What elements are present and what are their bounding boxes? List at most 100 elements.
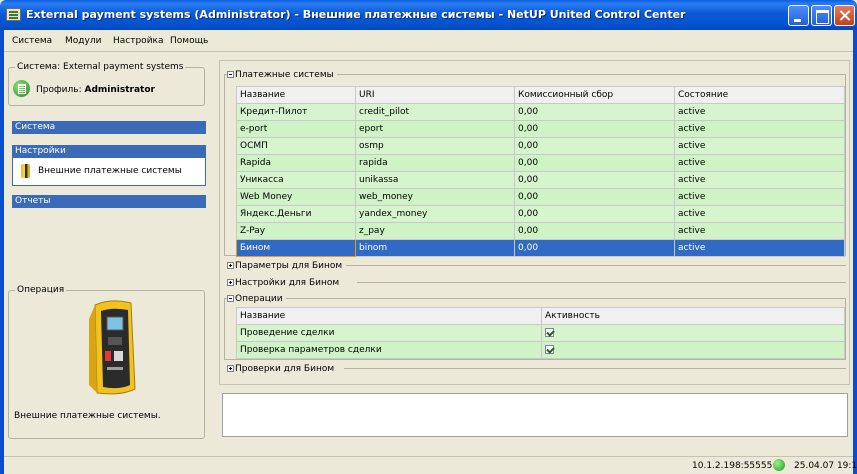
params-section-header[interactable]: Параметры для Бином — [227, 261, 342, 271]
cell-name[interactable]: Web Money — [236, 188, 356, 206]
column-header-active[interactable]: Активность — [541, 307, 845, 325]
checks-section-title: Проверки для Бином — [235, 364, 335, 374]
expand-icon[interactable] — [227, 365, 234, 372]
table-row[interactable]: Z-Pay z_pay 0,00 active — [236, 222, 845, 240]
collapse-icon[interactable] — [227, 295, 234, 302]
profile-icon — [13, 80, 30, 97]
cell-name[interactable]: e-port — [236, 120, 356, 138]
cell-active[interactable] — [541, 341, 845, 359]
operations-section-header[interactable]: Операции — [227, 294, 286, 304]
cell-operation: Проверка параметров сделки — [236, 341, 542, 359]
cell-commission[interactable]: 0,00 — [514, 188, 675, 206]
sidebar-item-external-payment-systems[interactable]: Внешние платежные системы — [38, 166, 182, 176]
cell-uri[interactable]: web_money — [355, 188, 515, 206]
table-row[interactable]: Проведение сделки — [236, 324, 845, 342]
cell-name[interactable]: Яндекс.Деньги — [236, 205, 356, 223]
cell-status[interactable]: active — [674, 120, 845, 138]
cell-uri[interactable]: rapida — [355, 154, 515, 172]
payment-systems-section-header[interactable]: Платежные системы — [227, 70, 337, 80]
cell-status[interactable]: active — [674, 205, 845, 223]
operation-group: Операция Внешние платежные системы. — [8, 285, 205, 439]
cell-status[interactable]: active — [674, 171, 845, 189]
checks-section-header[interactable]: Проверки для Бином — [227, 364, 334, 374]
cell-uri[interactable]: z_pay — [355, 222, 515, 240]
cell-status[interactable]: active — [674, 137, 845, 155]
column-header-commission[interactable]: Комиссионный сбор — [514, 86, 675, 104]
expand-icon[interactable] — [227, 262, 234, 269]
menu-modules[interactable]: Модули — [65, 36, 101, 46]
cell-commission[interactable]: 0,00 — [514, 120, 675, 138]
settings-section-header[interactable]: Настройки для Бином — [227, 278, 339, 288]
sidebar-section-system[interactable]: Система — [12, 121, 206, 134]
cell-name[interactable]: Rapida — [236, 154, 356, 172]
column-header-uri[interactable]: URI — [355, 86, 515, 104]
sidebar-section-settings[interactable]: Настройки — [12, 145, 206, 158]
sidebar-section-reports[interactable]: Отчеты — [12, 195, 206, 208]
menu-system[interactable]: Система — [12, 36, 52, 46]
menu-help[interactable]: Помощь — [170, 36, 208, 46]
log-textarea[interactable] — [222, 393, 848, 437]
window-frame-right — [853, 30, 857, 474]
table-row[interactable]: Кредит-Пилот credit_pilot 0,00 active — [236, 103, 845, 121]
cell-uri[interactable]: yandex_money — [355, 205, 515, 223]
cell-name[interactable]: ОСМП — [236, 137, 356, 155]
column-header-status[interactable]: Состояние — [674, 86, 845, 104]
profile-label: Профиль: Administrator — [36, 85, 155, 95]
table-row[interactable]: Яндекс.Деньги yandex_money 0,00 active — [236, 205, 845, 223]
cell-commission[interactable]: 0,00 — [514, 205, 675, 223]
operations-section-title: Операции — [235, 294, 283, 304]
operation-group-title: Операция — [15, 285, 67, 295]
cell-uri[interactable]: eport — [355, 120, 515, 138]
system-group-title: Система: External payment systems — [15, 62, 186, 72]
cell-commission[interactable]: 0,00 — [514, 222, 675, 240]
cell-name[interactable]: Кредит-Пилот — [236, 103, 356, 121]
column-header-operation[interactable]: Название — [236, 307, 542, 325]
cell-commission[interactable]: 0,00 — [514, 171, 675, 189]
status-datetime: 25.04.07 19:15 — [794, 461, 857, 471]
active-checkbox[interactable] — [545, 327, 554, 337]
table-row[interactable]: ОСМП osmp 0,00 active — [236, 137, 845, 155]
window-frame-left — [0, 30, 4, 474]
cell-commission[interactable]: 0,00 — [514, 103, 675, 121]
cell-uri[interactable]: credit_pilot — [355, 103, 515, 121]
collapse-icon[interactable] — [227, 71, 234, 78]
maximize-button[interactable] — [811, 5, 832, 26]
close-button[interactable] — [834, 5, 855, 26]
cell-status[interactable]: active — [674, 154, 845, 172]
menu-settings[interactable]: Настройка — [113, 36, 164, 46]
column-header-name[interactable]: Название — [236, 86, 356, 104]
cell-status[interactable]: active — [674, 239, 845, 257]
cell-active[interactable] — [541, 324, 845, 342]
table-row-selected[interactable]: Бином binom 0,00 active — [236, 239, 845, 257]
table-row[interactable]: e-port eport 0,00 active — [236, 120, 845, 138]
payment-terminal-image — [89, 300, 136, 395]
app-icon[interactable] — [6, 8, 21, 21]
cell-uri[interactable]: binom — [355, 239, 515, 257]
cell-status[interactable]: active — [674, 188, 845, 206]
params-section-title: Параметры для Бином — [235, 261, 343, 271]
table-row[interactable]: Web Money web_money 0,00 active — [236, 188, 845, 206]
cell-status[interactable]: active — [674, 103, 845, 121]
operation-caption: Внешние платежные системы. — [14, 411, 161, 421]
cell-operation: Проведение сделки — [236, 324, 542, 342]
table-row[interactable]: Проверка параметров сделки — [236, 341, 845, 359]
cell-name[interactable]: Бином — [236, 239, 356, 257]
cell-name[interactable]: Z-Pay — [236, 222, 356, 240]
expand-icon[interactable] — [227, 279, 234, 286]
cell-uri[interactable]: osmp — [355, 137, 515, 155]
sidebar-settings-panel: Внешние платежные системы — [12, 158, 206, 186]
settings-section-line — [357, 282, 846, 283]
active-checkbox[interactable] — [545, 344, 554, 354]
cell-uri[interactable]: unikassa — [355, 171, 515, 189]
title-bar[interactable]: External payment systems (Administrator)… — [0, 0, 857, 30]
table-row[interactable]: Rapida rapida 0,00 active — [236, 154, 845, 172]
cell-status[interactable]: active — [674, 222, 845, 240]
cell-commission[interactable]: 0,00 — [514, 137, 675, 155]
settings-section-title: Настройки для Бином — [235, 278, 340, 288]
table-row[interactable]: Уникасса unikassa 0,00 active — [236, 171, 845, 189]
cell-name[interactable]: Уникасса — [236, 171, 356, 189]
profile-prefix: Профиль: — [36, 85, 82, 95]
cell-commission[interactable]: 0,00 — [514, 239, 675, 257]
cell-commission[interactable]: 0,00 — [514, 154, 675, 172]
minimize-button[interactable] — [788, 5, 809, 26]
